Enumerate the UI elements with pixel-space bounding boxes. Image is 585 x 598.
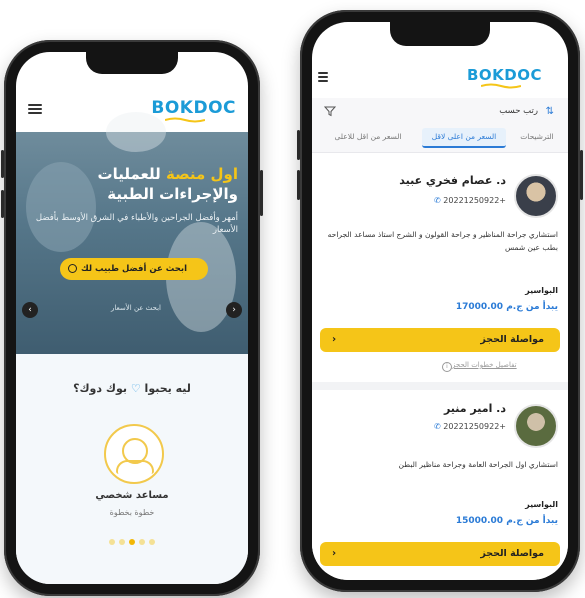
filter-icon[interactable] — [324, 105, 336, 117]
right-screen: BOKDOC رتب حسب ⇅ الترشيحات السعر من اعلى… — [312, 22, 568, 580]
doctor-card: د. امير منير +20221250922 ✆ استشاري اول … — [312, 390, 568, 580]
power-button — [260, 170, 263, 216]
chevron-left-icon: ‹ — [332, 334, 337, 345]
carousel-prev-button[interactable]: ‹ — [22, 302, 38, 318]
phone-number: +20221250922 — [443, 422, 506, 431]
volume-button — [297, 130, 300, 160]
menu-icon[interactable] — [28, 104, 42, 114]
logo-wave-icon — [480, 83, 521, 89]
info-icon: i — [442, 362, 452, 372]
find-doctor-label: ابحث عن أفضل طبيب لك — [80, 264, 187, 274]
volume-button — [1, 190, 4, 218]
carousel-dot[interactable] — [109, 539, 115, 545]
carousel-dot-active[interactable] — [129, 539, 135, 545]
booking-steps-link[interactable]: تفاصيل خطوات الحجز — [452, 361, 517, 369]
volume-button — [297, 170, 300, 200]
procedure-name: البواسير — [525, 500, 558, 509]
bokdoc-logo[interactable]: BOKDOC — [466, 66, 542, 89]
notch — [390, 22, 490, 46]
procedure-name: البواسير — [525, 286, 558, 295]
logo-wave-icon — [165, 117, 206, 123]
continue-booking-label: مواصلة الحجز — [480, 548, 544, 559]
menu-icon[interactable] — [318, 72, 328, 82]
carousel-dot[interactable] — [139, 539, 145, 545]
right-phone-mockup: BOKDOC رتب حسب ⇅ الترشيحات السعر من اعلى… — [297, 10, 583, 592]
tab-recommended[interactable]: الترشيحات — [512, 128, 562, 146]
why-title-post: بوك دوك؟ — [73, 382, 127, 395]
notch — [86, 52, 178, 74]
doctor-description: استشاري اول الجراحة العامة وجراحة مناظير… — [398, 460, 558, 469]
app-header: BOKDOC — [312, 60, 568, 94]
search-icon — [68, 264, 77, 273]
sort-bar: رتب حسب ⇅ الترشيحات السعر من اعلى لاقل ا… — [312, 98, 568, 153]
doctor-avatar[interactable] — [514, 174, 558, 218]
why-section: ليه يحبوا ♡ بوك دوك؟ مساعد شخصي خطوة بخط… — [16, 354, 248, 584]
hero-title: اول منصة للعمليات والإجراءات الطبية — [38, 164, 238, 204]
logo-text-bok: BOK — [151, 98, 194, 118]
phone-icon: ✆ — [434, 196, 441, 205]
sort-icon[interactable]: ⇅ — [546, 106, 554, 117]
carousel-dots[interactable] — [92, 530, 172, 545]
hero-subtitle: أمهر وأفضل الجراحين والأطباء في الشرق ال… — [35, 213, 238, 235]
doctor-name[interactable]: د. امير منير — [444, 402, 506, 415]
sort-tabs: الترشيحات السعر من اعلى لاقل السعر من اق… — [312, 128, 568, 148]
volume-button — [1, 150, 4, 178]
hero-title-highlight: اول منصة — [166, 165, 238, 183]
chevron-left-icon: ‹ — [332, 548, 337, 559]
feature-subtitle: خطوة بخطوة — [109, 508, 155, 517]
doctor-name[interactable]: د. عصام فخري عبيد — [399, 174, 506, 187]
continue-booking-button[interactable]: مواصلة الحجز ‹ — [320, 328, 560, 352]
power-button — [580, 150, 583, 200]
sort-label: رتب حسب — [499, 106, 538, 116]
left-phone-mockup: BOKDOC اول منصة للعمليات والإجراءات الطب… — [1, 40, 263, 596]
bokdoc-logo[interactable]: BOKDOC — [151, 98, 236, 123]
why-title: ليه يحبوا ♡ بوك دوك؟ — [16, 382, 248, 395]
hero-banner: اول منصة للعمليات والإجراءات الطبية أمهر… — [16, 112, 248, 354]
logo-text-doc: DOC — [193, 98, 236, 118]
logo-text-doc: DOC — [504, 66, 542, 84]
doctor-description: استشاري جراحة المناظير و جراحة القولون و… — [327, 230, 558, 252]
left-screen: BOKDOC اول منصة للعمليات والإجراءات الطب… — [16, 52, 248, 584]
carousel-next-button[interactable]: › — [226, 302, 242, 318]
find-doctor-button[interactable]: ابحث عن أفضل طبيب لك — [60, 258, 208, 280]
feature-title: مساعد شخصي — [95, 490, 169, 501]
personal-assistant-icon — [104, 424, 164, 484]
doctor-phone[interactable]: +20221250922 ✆ — [434, 196, 506, 205]
carousel-dot[interactable] — [149, 539, 155, 545]
carousel-dot[interactable] — [119, 539, 125, 545]
price-text: يبدأ من ج.م 15000.00 — [455, 516, 558, 526]
doctor-phone[interactable]: +20221250922 ✆ — [434, 422, 506, 431]
doctor-card: د. عصام فخري عبيد +20221250922 ✆ استشاري… — [312, 156, 568, 390]
hero-photo-light — [106, 112, 166, 152]
why-title-pre: ليه يحبوا — [144, 382, 191, 395]
logo-text-bok: BOK — [466, 66, 505, 84]
continue-booking-button[interactable]: مواصلة الحجز ‹ — [320, 542, 560, 566]
doctor-avatar[interactable] — [514, 404, 558, 448]
prices-link[interactable]: ابحث عن الأسعار — [86, 304, 186, 312]
heart-icon: ♡ — [130, 382, 141, 395]
tab-price-low-high[interactable]: السعر من اقل للاعلى — [318, 128, 418, 146]
tab-price-high-low[interactable]: السعر من اعلى لاقل — [422, 128, 506, 148]
phone-number: +20221250922 — [443, 196, 506, 205]
price-text: يبدأ من ج.م 17000.00 — [455, 302, 558, 312]
phone-icon: ✆ — [434, 422, 441, 431]
continue-booking-label: مواصلة الحجز — [480, 334, 544, 345]
